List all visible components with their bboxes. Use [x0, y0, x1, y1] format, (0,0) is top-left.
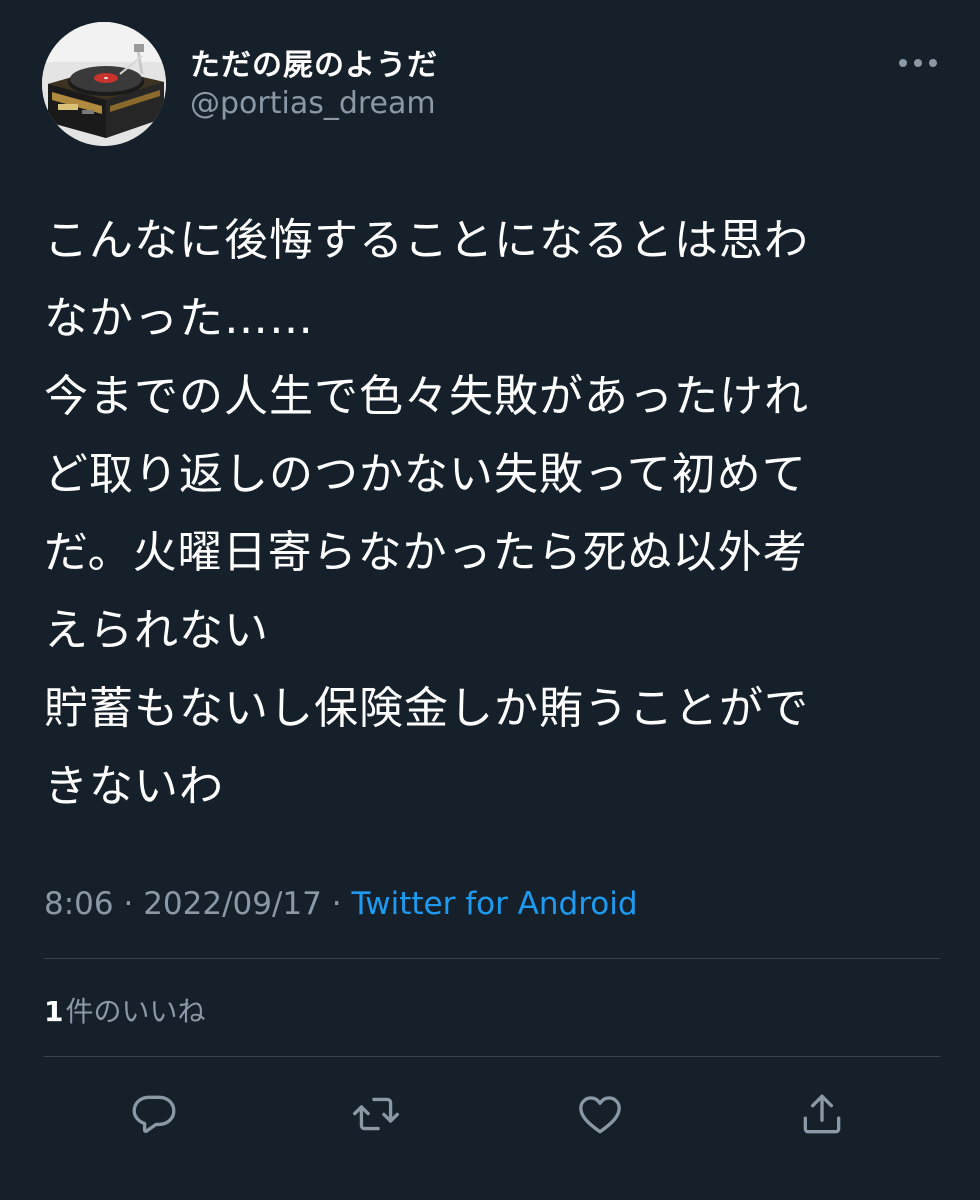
tweet-text: こんなに後悔することになるとは思わ なかった…… 今までの人生で色々失敗があった… — [44, 202, 944, 826]
tweet-text-line: だ。火曜日寄らなかったら死ぬ以外考 — [44, 527, 808, 578]
retweet-arrows-icon — [353, 1097, 399, 1131]
tweet-text-line: こんなに後悔することになるとは思わ — [44, 215, 809, 266]
heart-icon — [579, 1096, 621, 1134]
share-button[interactable] — [792, 1084, 852, 1144]
divider — [44, 1056, 940, 1057]
meta-separator: · — [113, 886, 144, 922]
share-upload-icon — [803, 1094, 841, 1134]
speech-bubble-icon — [132, 1095, 176, 1133]
tweet-detail: ただの屍のようだ @portias_dream こんなに後悔することになるとは思… — [0, 0, 980, 1200]
tweet-text-line: 今までの人生で色々失敗があったけれ — [44, 371, 809, 422]
divider — [44, 958, 940, 959]
tweet-text-line: きないわ — [44, 761, 224, 812]
like-button[interactable] — [570, 1084, 630, 1144]
tweet-text-line: ど取り返しのつかない失敗って初めて — [44, 449, 807, 500]
retweet-button[interactable] — [346, 1084, 406, 1144]
tweet-meta: 8:06 · 2022/09/17 · Twitter for Android — [44, 886, 638, 922]
more-dots-icon — [899, 59, 937, 67]
tweet-text-line: なかった…… — [44, 293, 314, 344]
like-label: 件のいいね — [65, 995, 206, 1028]
tweet-text-line: 貯蓄もないし保険金しか賄うことがで — [44, 683, 809, 734]
likes-stat[interactable]: 1件のいいね — [44, 990, 206, 1030]
tweet-source-link[interactable]: Twitter for Android — [351, 886, 637, 922]
tweet-date[interactable]: 2022/09/17 — [143, 886, 322, 922]
avatar[interactable] — [42, 22, 166, 146]
meta-separator: · — [321, 886, 352, 922]
tweet-text-line: えられない — [44, 605, 269, 656]
user-handle[interactable]: @portias_dream — [190, 86, 436, 121]
display-name[interactable]: ただの屍のようだ — [190, 40, 438, 84]
like-count: 1 — [44, 995, 64, 1028]
more-options-button[interactable] — [890, 48, 946, 78]
reply-button[interactable] — [124, 1084, 184, 1144]
turntable-image — [42, 22, 166, 146]
tweet-time[interactable]: 8:06 — [44, 886, 114, 922]
